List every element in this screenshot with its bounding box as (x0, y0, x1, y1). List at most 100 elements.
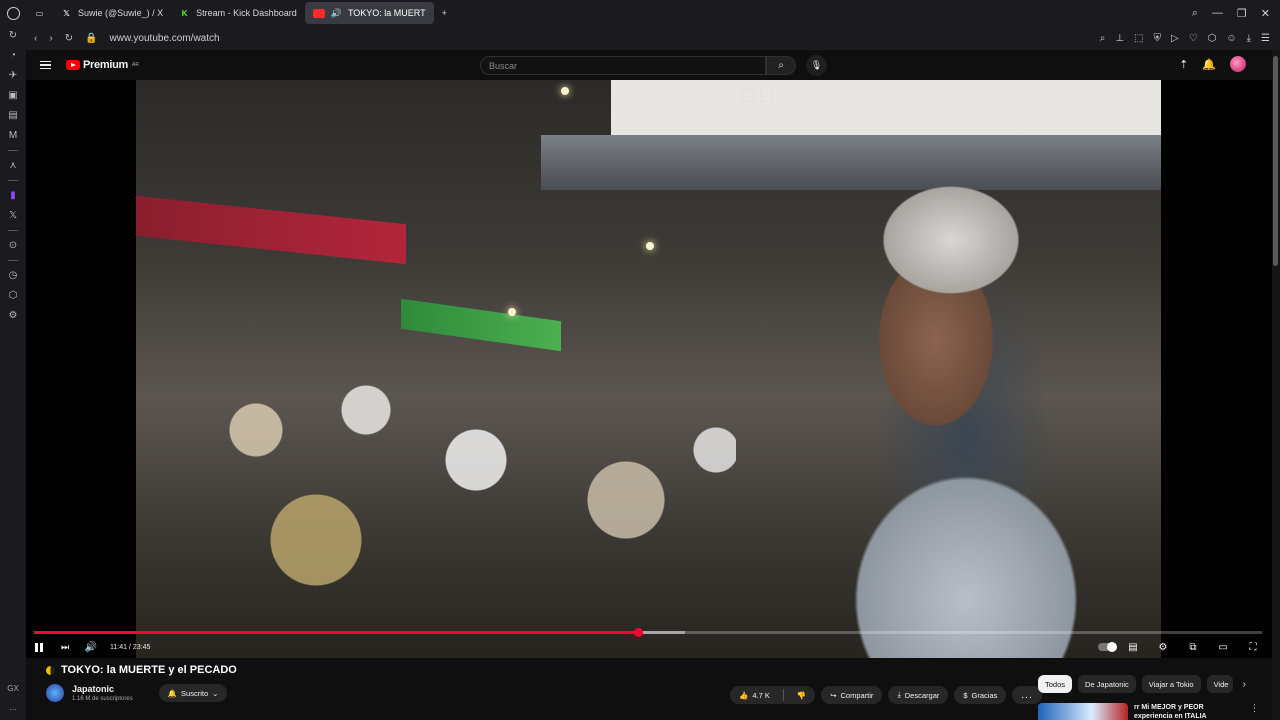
share-button[interactable]: ↪ Compartir (821, 686, 883, 704)
subscriber-count: 1.16 M de suscriptores (72, 696, 133, 702)
channel-row: Japatonic 1.16 M de suscriptores 🔔 Suscr… (46, 684, 228, 702)
chevron-right-icon[interactable]: › (1243, 679, 1246, 690)
next-button[interactable]: ⏭ (52, 642, 78, 653)
download-button[interactable]: ⤓ Descargar (888, 686, 949, 704)
search-button[interactable]: ⌕ (766, 56, 796, 75)
video-actions: 👍 4.7 K 👎 ↪ Compartir ⤓ Descargar $ Grac… (730, 686, 1042, 704)
progress-bar[interactable] (34, 628, 1262, 637)
dislike-button[interactable]: 👎 (788, 686, 815, 704)
x-logo-icon: 𝕏 (63, 8, 70, 18)
tab-title: Stream - Kick Dashboard (196, 8, 297, 18)
channel-name[interactable]: Japatonic (72, 684, 133, 694)
chip-all[interactable]: Todos (1038, 675, 1073, 693)
chip-travel-tokyo[interactable]: Viajar a Tokio (1141, 675, 1201, 693)
like-divider (782, 689, 784, 701)
volume-button[interactable]: 🔊 (78, 642, 104, 653)
cube-icon[interactable]: ⬡ (1208, 33, 1217, 44)
thumbs-down-icon: 👎 (796, 690, 807, 700)
player-icon[interactable]: ⊙ (9, 240, 17, 251)
tab-title: TOKYO: la MUERT (347, 8, 426, 18)
close-icon[interactable]: ✕ (1261, 7, 1270, 20)
extensions-icon[interactable]: ⬡ (9, 290, 18, 301)
pin-icon[interactable]: ⊥ (1115, 33, 1124, 44)
notes-icon[interactable]: ▤ (8, 110, 17, 121)
url-field[interactable]: www.youtube.com/watch (110, 33, 220, 44)
related-more-icon[interactable]: ⋮ (1250, 703, 1259, 720)
settings-button[interactable]: ⚙ (1150, 642, 1176, 653)
copy-overlay-icon[interactable] (741, 89, 754, 102)
refresh-sidebar-icon[interactable]: ↻ (9, 30, 17, 41)
channel-avatar[interactable] (46, 684, 64, 702)
page-scrollbar-thumb[interactable] (1273, 56, 1278, 266)
notifications-bell-icon[interactable]: 🔔 (1202, 58, 1216, 71)
opera-gx-logo-icon[interactable] (0, 0, 26, 26)
popout-overlay-icon[interactable] (760, 89, 773, 102)
profile-icon[interactable]: ☺ (1226, 33, 1236, 44)
search-icon: ⌕ (778, 60, 784, 71)
arc-icon[interactable]: ⋏ (9, 160, 16, 171)
clock-icon[interactable]: ◷ (9, 270, 18, 281)
search-icon[interactable]: ⌕ (1192, 7, 1198, 20)
related-thumbnail[interactable] (1038, 703, 1128, 720)
account-avatar[interactable] (1230, 56, 1246, 72)
speaker-icon[interactable]: 🔊 (331, 8, 342, 19)
forward-icon[interactable]: › (49, 33, 52, 44)
new-tab-button[interactable]: + (434, 2, 455, 24)
flow-icon[interactable]: ✈ (9, 70, 17, 81)
send-icon[interactable]: ▷ (1171, 33, 1179, 44)
tab-kick[interactable]: K Stream - Kick Dashboard (171, 2, 305, 24)
tab-youtube[interactable]: 🔊 TOKYO: la MUERT (304, 2, 434, 24)
heart-icon[interactable]: ♡ (1189, 33, 1198, 44)
subscribed-button[interactable]: 🔔 Suscrito ⌄ (158, 684, 228, 702)
more-icon[interactable]: ··· (9, 705, 17, 714)
menu-icon[interactable]: ☰ (1261, 33, 1270, 44)
download-icon[interactable]: ⤓ (1247, 33, 1251, 44)
pause-button[interactable] (26, 642, 52, 652)
voice-search-button[interactable]: 🎙 (806, 55, 827, 76)
autoplay-toggle[interactable] (1098, 642, 1117, 652)
miniplayer-button[interactable]: ⧉ (1180, 642, 1206, 653)
chip-from-channel[interactable]: De Japatonic (1078, 675, 1136, 693)
subscribed-label: Suscrito (181, 688, 209, 698)
tab-title: Suwie (@Suwie_) / X (78, 8, 164, 18)
shield-icon[interactable]: ⛨ (1153, 33, 1161, 44)
related-video-item[interactable]: rr Mi MEJOR y PEOR experiencia en ITALIA… (1038, 703, 1272, 720)
restore-icon[interactable]: ❐ (1237, 7, 1247, 20)
video-player[interactable]: ⏭ 🔊 11:41 / 23:45 ▤ ⚙ ⧉ ▭ ⛶ (26, 80, 1272, 658)
upload-icon[interactable]: ⇡ (1179, 58, 1188, 71)
twitch-icon[interactable]: ▮ (10, 190, 16, 201)
gx-label[interactable]: GX (7, 684, 19, 693)
snapshot-icon[interactable]: ⬚ (1134, 33, 1143, 44)
hamburger-menu-icon[interactable] (40, 60, 51, 70)
youtube-premium-logo[interactable]: Premium AR (66, 59, 139, 71)
video-frame[interactable] (136, 80, 1161, 658)
subtitles-button[interactable]: ▤ (1120, 642, 1146, 653)
wallet-icon[interactable]: ▣ (8, 90, 17, 101)
thumbs-up-icon: 👍 (739, 690, 749, 700)
x-sidebar-icon[interactable]: 𝕏 (9, 210, 17, 221)
mods-icon[interactable]: M (9, 130, 17, 141)
video-scene-lamp (508, 308, 516, 316)
browser-sidebar: ↻ ◔ ✈ ▣ ▤ M ⋏ ▮ 𝕏 ⊙ ◷ ⬡ ⚙ GX ··· (0, 26, 26, 720)
browser-tab-bar: ▭ 𝕏 Suwie (@Suwie_) / X K Stream - Kick … (0, 0, 1280, 26)
like-button[interactable]: 👍 4.7 K (730, 686, 779, 704)
tab-twitter[interactable]: 𝕏 Suwie (@Suwie_) / X (53, 2, 171, 24)
sidebar-separator (8, 180, 18, 181)
settings-icon[interactable]: ⚙ (9, 310, 18, 321)
history-icon[interactable]: ◔ (10, 50, 16, 61)
thanks-label: Gracias (971, 690, 998, 700)
theater-mode-button[interactable]: ▭ (1210, 642, 1236, 653)
zoom-icon[interactable]: ⌕ (1100, 33, 1106, 44)
chip-videos[interactable]: Vide (1206, 675, 1233, 693)
fullscreen-button[interactable]: ⛶ (1240, 642, 1266, 653)
reload-icon[interactable]: ↻ (65, 33, 73, 44)
minimize-icon[interactable]: — (1212, 7, 1223, 20)
related-title[interactable]: rr Mi MEJOR y PEOR experiencia en ITALIA (1134, 703, 1244, 720)
sidebar-separator (8, 230, 18, 231)
tab-x[interactable]: ▭ (26, 2, 53, 24)
back-icon[interactable]: ‹ (34, 33, 37, 44)
thanks-button[interactable]: $ Gracias (954, 686, 1007, 704)
search-input[interactable]: Buscar (480, 56, 766, 75)
pause-icon (35, 642, 43, 652)
title-emoji-icon (46, 665, 55, 675)
